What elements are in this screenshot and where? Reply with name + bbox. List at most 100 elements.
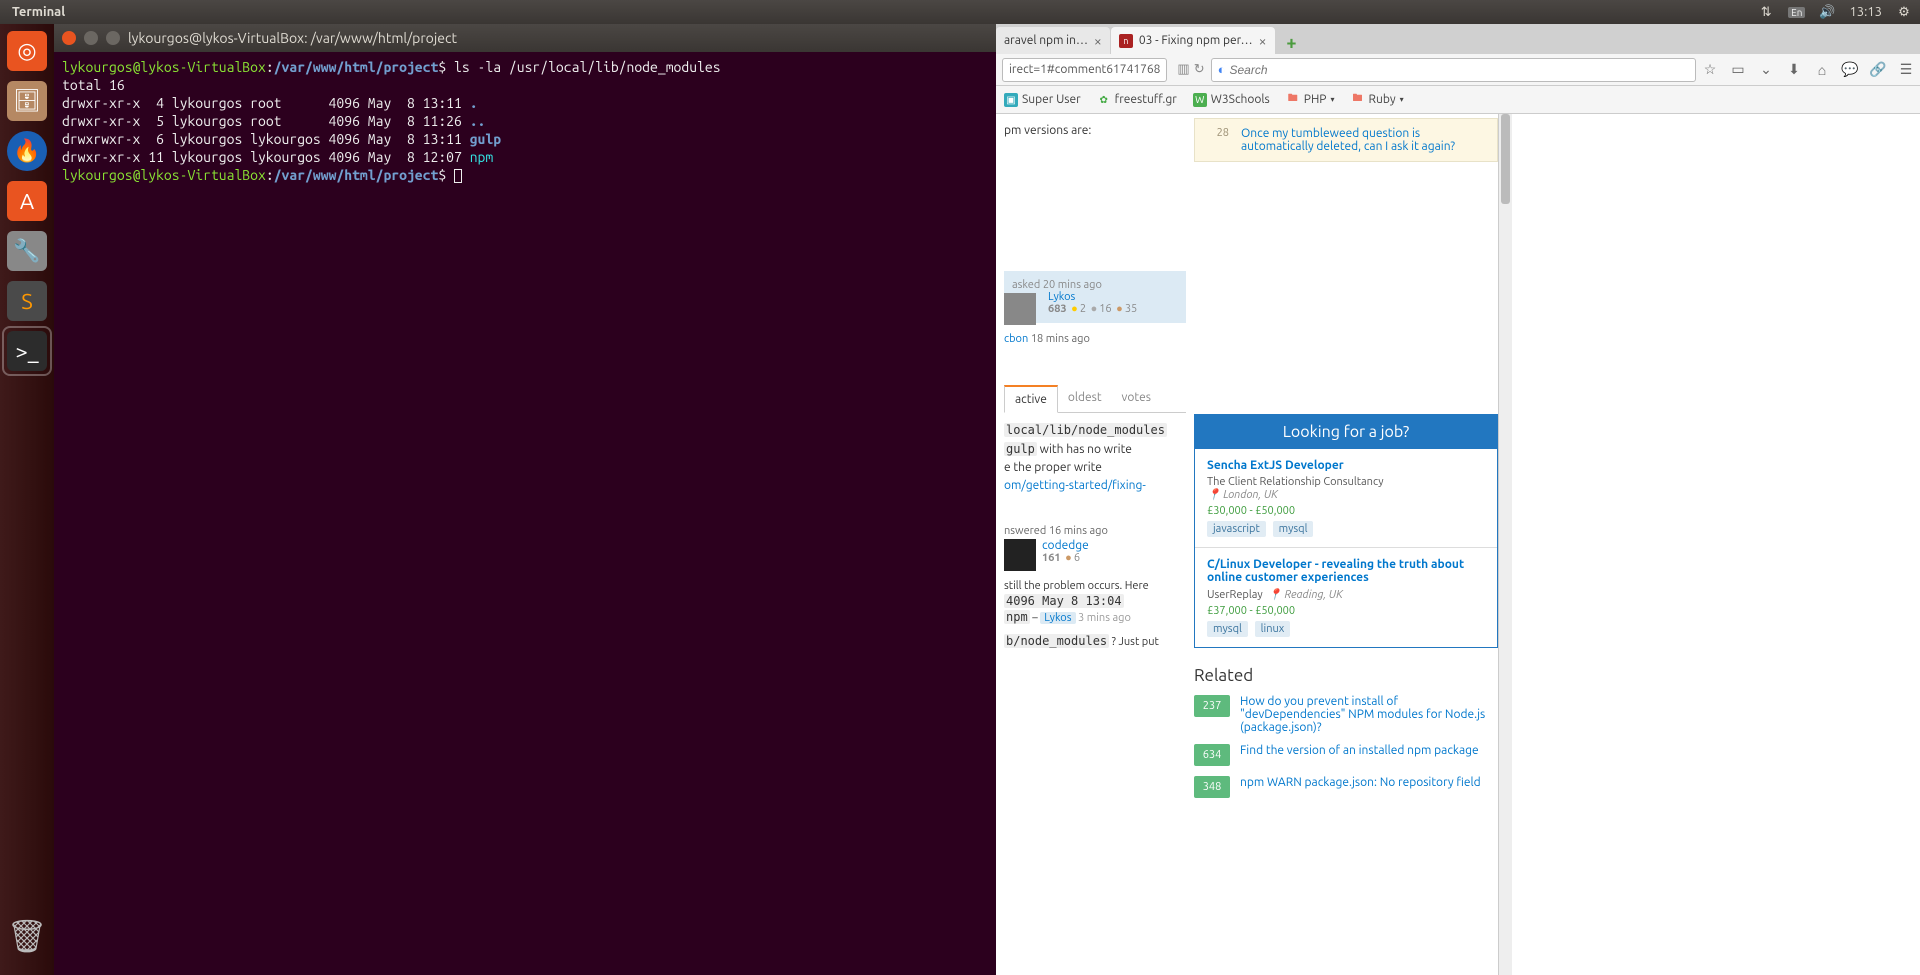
related-link[interactable]: npm WARN package.json: No repository fie…	[1240, 776, 1498, 789]
job-company: The Client Relationship Consultancy	[1207, 476, 1485, 488]
asker-card: asked 20 mins ago Lykos 683 2 16 35	[1004, 271, 1186, 323]
browser-tab[interactable]: n 03 - Fixing npm per… ×	[1111, 27, 1275, 54]
scrollbar[interactable]	[1498, 114, 1512, 975]
settings-gear-icon[interactable]: ⚙	[1896, 4, 1912, 20]
job-tag[interactable]: mysql	[1207, 621, 1248, 637]
comment: still the problem occurs. Here 4096 May …	[1004, 579, 1186, 626]
firefox-window: aravel npm in… × n 03 - Fixing npm per… …	[996, 24, 1920, 975]
software-center-icon[interactable]: A	[4, 178, 50, 224]
dash-icon[interactable]: ◎	[4, 28, 50, 74]
bookmark-item[interactable]: ✿freestuff.gr	[1097, 93, 1177, 107]
settings-icon[interactable]: 🔧	[4, 228, 50, 274]
bookmark-item[interactable]: ▣Super User	[1004, 93, 1081, 107]
job-tag[interactable]: linux	[1255, 621, 1291, 637]
active-app-title: Terminal	[12, 5, 65, 19]
related-count: 634	[1194, 744, 1230, 766]
job-tag[interactable]: mysql	[1273, 521, 1314, 537]
related-item[interactable]: 634 Find the version of an installed npm…	[1194, 744, 1498, 766]
files-icon[interactable]: 🗄	[4, 78, 50, 124]
terminal-window: lykourgos@lykos-VirtualBox: /var/www/htm…	[54, 24, 996, 975]
bookmark-star-icon[interactable]: ☆	[1702, 62, 1718, 78]
terminal-icon[interactable]: >_	[4, 328, 50, 374]
bookmark-folder[interactable]: 🖿PHP▾	[1286, 93, 1335, 107]
tab-label: 03 - Fixing npm per…	[1139, 34, 1253, 47]
top-panel: Terminal ⇅ En 🔊 13:13 ⚙	[0, 0, 1920, 24]
reader-mode-icon[interactable]: ▥	[1177, 62, 1189, 77]
job-tag[interactable]: javascript	[1207, 521, 1266, 537]
clock[interactable]: 13:13	[1849, 5, 1882, 19]
asked-time: asked 20 mins ago	[1012, 279, 1178, 291]
menu-icon[interactable]: ☰	[1898, 62, 1914, 78]
related-count: 348	[1194, 776, 1230, 798]
sidebar-column: 28 Once my tumbleweed question is automa…	[1194, 114, 1498, 975]
home-icon[interactable]: ⌂	[1814, 62, 1830, 78]
window-minimize-icon[interactable]	[84, 31, 98, 45]
question-column: pm versions are: asked 20 mins ago Lykos…	[996, 114, 1194, 975]
url-bar-row: irect=1#comment61741768 ▥ ↻ ◐ ☆ ▭ ⌄ ⬇ ⌂ …	[996, 54, 1920, 86]
sublime-icon[interactable]: S	[4, 278, 50, 324]
job-listing[interactable]: C/Linux Developer - revealing the truth …	[1195, 548, 1497, 647]
related-header: Related	[1194, 666, 1498, 685]
job-company: UserReplay	[1207, 589, 1263, 601]
search-input[interactable]	[1229, 63, 1689, 77]
firefox-icon[interactable]: 🔥	[4, 128, 50, 174]
tab-close-icon[interactable]: ×	[1259, 33, 1267, 49]
user-link[interactable]: Lykos	[1048, 291, 1075, 303]
comment-user[interactable]: Lykos	[1040, 612, 1075, 624]
window-close-icon[interactable]	[62, 31, 76, 45]
text-fragment: pm versions are:	[1004, 124, 1186, 137]
related-link[interactable]: Find the version of an installed npm pac…	[1240, 744, 1498, 757]
bookmark-folder[interactable]: 🖿Ruby▾	[1351, 93, 1404, 107]
sort-tab-active[interactable]: active	[1004, 385, 1058, 413]
chat-icon[interactable]: 💬	[1842, 62, 1858, 78]
related-item[interactable]: 237 How do you prevent install of "devDe…	[1194, 695, 1498, 734]
terminal-titlebar[interactable]: lykourgos@lykos-VirtualBox: /var/www/htm…	[54, 24, 996, 52]
reload-icon[interactable]: ↻	[1194, 62, 1205, 77]
related-item[interactable]: 348 npm WARN package.json: No repository…	[1194, 776, 1498, 798]
edit-attribution: cbon 18 mins ago	[1004, 333, 1186, 345]
job-title[interactable]: C/Linux Developer - revealing the truth …	[1207, 558, 1485, 584]
browser-tab[interactable]: aravel npm in… ×	[996, 27, 1110, 54]
job-salary: £30,000 - £50,000	[1207, 505, 1485, 517]
scrollbar-thumb[interactable]	[1501, 114, 1510, 204]
reputation: 683 2 16 35	[1048, 303, 1178, 315]
reputation: 161 6	[1042, 552, 1089, 564]
answer-fragment: local/lib/node_modules gulp with has no …	[1004, 421, 1186, 495]
job-location: 📍 London, UK	[1207, 488, 1485, 501]
tab-strip: aravel npm in… × n 03 - Fixing npm per… …	[996, 24, 1920, 54]
search-box[interactable]: ◐	[1211, 58, 1696, 82]
page-content: pm versions are: asked 20 mins ago Lykos…	[996, 114, 1920, 975]
bulletin-count: 28	[1205, 127, 1229, 153]
tab-label: aravel npm in…	[1004, 34, 1088, 47]
window-maximize-icon[interactable]	[106, 31, 120, 45]
new-tab-button[interactable]: +	[1280, 32, 1304, 54]
url-bar[interactable]: irect=1#comment61741768	[1002, 58, 1167, 82]
jobs-header: Looking for a job?	[1195, 415, 1497, 449]
user-link[interactable]: codedge	[1042, 539, 1089, 552]
sync-icon[interactable]: 🔗	[1870, 62, 1886, 78]
avatar[interactable]	[1004, 293, 1036, 325]
job-title[interactable]: Sencha ExtJS Developer	[1207, 459, 1485, 472]
job-listing[interactable]: Sencha ExtJS Developer The Client Relati…	[1195, 449, 1497, 548]
answered-time: nswered 16 mins ago	[1004, 525, 1186, 537]
bookmark-item[interactable]: WW3Schools	[1193, 93, 1270, 107]
sort-tab-votes[interactable]: votes	[1112, 385, 1161, 412]
trash-icon[interactable]: 🗑	[4, 913, 50, 959]
unity-launcher: ◎ 🗄 🔥 A 🔧 S >_ 🗑	[0, 24, 54, 975]
related-link[interactable]: How do you prevent install of "devDepend…	[1240, 695, 1498, 734]
library-icon[interactable]: ▭	[1730, 62, 1746, 78]
downloads-icon[interactable]: ⬇	[1786, 62, 1802, 78]
job-salary: £37,000 - £50,000	[1207, 605, 1485, 617]
keyboard-indicator[interactable]: En	[1788, 7, 1805, 18]
avatar[interactable]	[1004, 539, 1036, 571]
tab-close-icon[interactable]: ×	[1094, 33, 1102, 49]
related-count: 237	[1194, 695, 1230, 717]
pocket-icon[interactable]: ⌄	[1758, 62, 1774, 78]
network-icon[interactable]: ⇅	[1758, 4, 1774, 20]
sort-tab-oldest[interactable]: oldest	[1058, 385, 1112, 412]
bulletin-link[interactable]: Once my tumbleweed question is automatic…	[1241, 127, 1487, 153]
search-engine-icon[interactable]: ◐	[1218, 62, 1226, 77]
answer-sort-tabs: active oldest votes	[1004, 385, 1186, 413]
sound-icon[interactable]: 🔊	[1819, 4, 1835, 20]
terminal-body[interactable]: lykourgos@lykos-VirtualBox:/var/www/html…	[54, 52, 996, 190]
